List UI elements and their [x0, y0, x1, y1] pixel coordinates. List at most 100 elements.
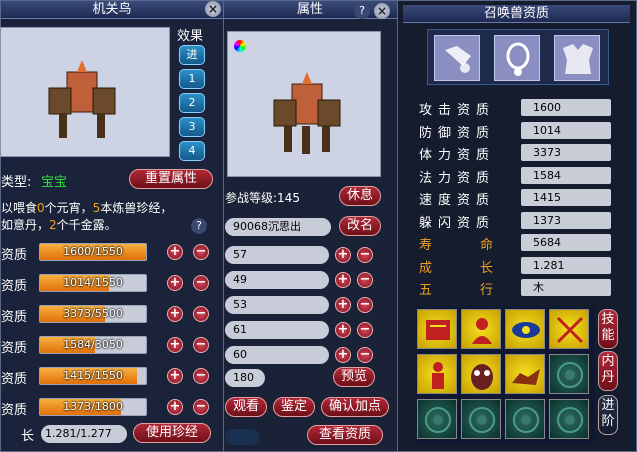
attribute-value: 49	[225, 271, 329, 289]
growth-value: 1.281/1.277	[41, 425, 127, 443]
effect-button-2[interactable]: 2	[179, 93, 205, 113]
plus-button[interactable]: +	[335, 347, 351, 363]
empty-slot-icon	[425, 407, 451, 433]
aptitude-value: 1600	[521, 99, 611, 116]
preview-button[interactable]: 预览	[333, 367, 375, 387]
minus-button[interactable]: −	[357, 247, 373, 263]
reset-attributes-button[interactable]: 重置属性	[129, 169, 213, 189]
help-button[interactable]: ?	[354, 3, 370, 19]
effect-button-3[interactable]: 3	[179, 117, 205, 137]
minus-button[interactable]: −	[193, 275, 209, 291]
plus-button[interactable]: +	[335, 247, 351, 263]
tab-advance[interactable]: 进阶	[598, 395, 618, 435]
rename-button[interactable]: 改名	[339, 216, 381, 236]
effect-button-4[interactable]: 4	[179, 141, 205, 161]
effect-button-0[interactable]: 进	[179, 45, 205, 65]
pet-name-input[interactable]: 90068沉思出	[225, 218, 331, 236]
necklace-icon	[506, 42, 530, 76]
panel-title: 机关鸟	[1, 1, 223, 19]
appraise-button[interactable]: 鉴定	[273, 397, 315, 417]
attribute-value: 57	[225, 246, 329, 264]
rest-button[interactable]: 休息	[339, 186, 381, 206]
empty-slot-icon	[513, 407, 539, 433]
empty-skill-slot[interactable]	[461, 399, 501, 439]
plus-button[interactable]: +	[335, 272, 351, 288]
aptitude-label: 攻击资质	[419, 103, 496, 118]
skill-slot[interactable]	[505, 309, 545, 349]
aptitude-bar: 1415/1550	[39, 367, 147, 385]
equip-slot-helmet[interactable]	[434, 35, 480, 81]
panel-title: 召唤兽资质	[403, 5, 630, 23]
equip-slot-armor[interactable]	[554, 35, 600, 81]
equipment-slots	[427, 29, 609, 85]
book-skill-icon	[426, 320, 450, 340]
skill-slot[interactable]	[461, 354, 501, 394]
aptitude-bar-text: 1600/1550	[63, 245, 123, 258]
aptitude-bar: 1014/1550	[39, 274, 147, 292]
bottom-field	[225, 429, 259, 445]
use-manual-button[interactable]: 使用珍经	[133, 423, 211, 443]
aptitude-label: 体力资质	[419, 148, 496, 163]
aptitude-label: 躲闪资质	[419, 215, 496, 231]
eye-skill-icon	[512, 322, 540, 338]
aptitude-value: 5684	[521, 234, 611, 251]
aptitude-label: 防御资质	[419, 125, 496, 141]
aptitude-bar: 1373/1800	[39, 398, 147, 416]
stat-label: 资质	[1, 341, 28, 356]
minus-button[interactable]: −	[193, 306, 209, 322]
close-button[interactable]: ×	[205, 1, 221, 17]
check-aptitude-button[interactable]: 查看资质	[307, 425, 383, 445]
plus-button[interactable]: +	[167, 275, 183, 291]
minus-button[interactable]: −	[193, 244, 209, 260]
plus-button[interactable]: +	[167, 337, 183, 353]
help-button[interactable]: ?	[191, 218, 207, 234]
plus-button[interactable]: +	[167, 368, 183, 384]
plus-button[interactable]: +	[167, 244, 183, 260]
equip-slot-necklace[interactable]	[494, 35, 540, 81]
pet-detail-panel: 机关鸟 × 效果 进 1 2 3 4 类型: 宝宝 重置属性 以喂食0个元宵，5本炼兽珍…	[0, 0, 224, 452]
monk-skill-icon	[472, 318, 492, 344]
plus-button[interactable]: +	[167, 399, 183, 415]
stat-label: 资质	[1, 279, 28, 294]
tab-skills[interactable]: 技能	[598, 309, 618, 349]
skill-slot[interactable]	[549, 309, 589, 349]
plus-button[interactable]: +	[335, 322, 351, 338]
attribute-value: 53	[225, 296, 329, 314]
plus-button[interactable]: +	[167, 306, 183, 322]
empty-skill-slot[interactable]	[505, 399, 545, 439]
mechanical-bird-sprite	[48, 60, 116, 138]
type-value: 宝宝	[41, 175, 68, 190]
feed-info-line2: 如意丹，2个千金露。	[1, 218, 117, 232]
confirm-points-button[interactable]: 确认加点	[321, 397, 389, 417]
empty-skill-slot[interactable]	[417, 399, 457, 439]
aptitude-value: 木	[521, 279, 611, 296]
empty-skill-slot[interactable]	[549, 354, 589, 394]
empty-slot-icon	[557, 407, 583, 433]
mechanical-bird-sprite	[273, 72, 341, 154]
aptitude-bar-text: 1373/1800	[63, 400, 123, 413]
close-button[interactable]: ×	[374, 3, 390, 19]
watch-button[interactable]: 观看	[225, 397, 267, 417]
minus-button[interactable]: −	[193, 399, 209, 415]
empty-skill-slot[interactable]	[549, 399, 589, 439]
skill-slot[interactable]	[417, 309, 457, 349]
minus-button[interactable]: −	[357, 347, 373, 363]
plus-button[interactable]: +	[335, 297, 351, 313]
aptitude-value: 1373	[521, 211, 611, 229]
minus-button[interactable]: −	[357, 297, 373, 313]
skill-slot[interactable]	[417, 354, 457, 394]
effect-button-1[interactable]: 1	[179, 69, 205, 89]
minus-button[interactable]: −	[193, 368, 209, 384]
aptitude-value: 1.281	[521, 256, 611, 274]
skill-slot[interactable]	[505, 354, 545, 394]
aptitude-bar-text: 1014/1550	[63, 276, 123, 289]
minus-button[interactable]: −	[193, 337, 209, 353]
color-swatch-icon[interactable]	[234, 40, 246, 52]
attributes-panel: 属性 ? × 参战等级:145 休息 90068沉思出 改名 57 + −49 + −5…	[222, 0, 398, 452]
minus-button[interactable]: −	[357, 272, 373, 288]
minus-button[interactable]: −	[357, 322, 373, 338]
aptitude-value: 3373	[521, 144, 611, 161]
skill-slot[interactable]	[461, 309, 501, 349]
growth-label: 长	[21, 429, 35, 444]
tab-inner-pill[interactable]: 内丹	[598, 351, 618, 391]
